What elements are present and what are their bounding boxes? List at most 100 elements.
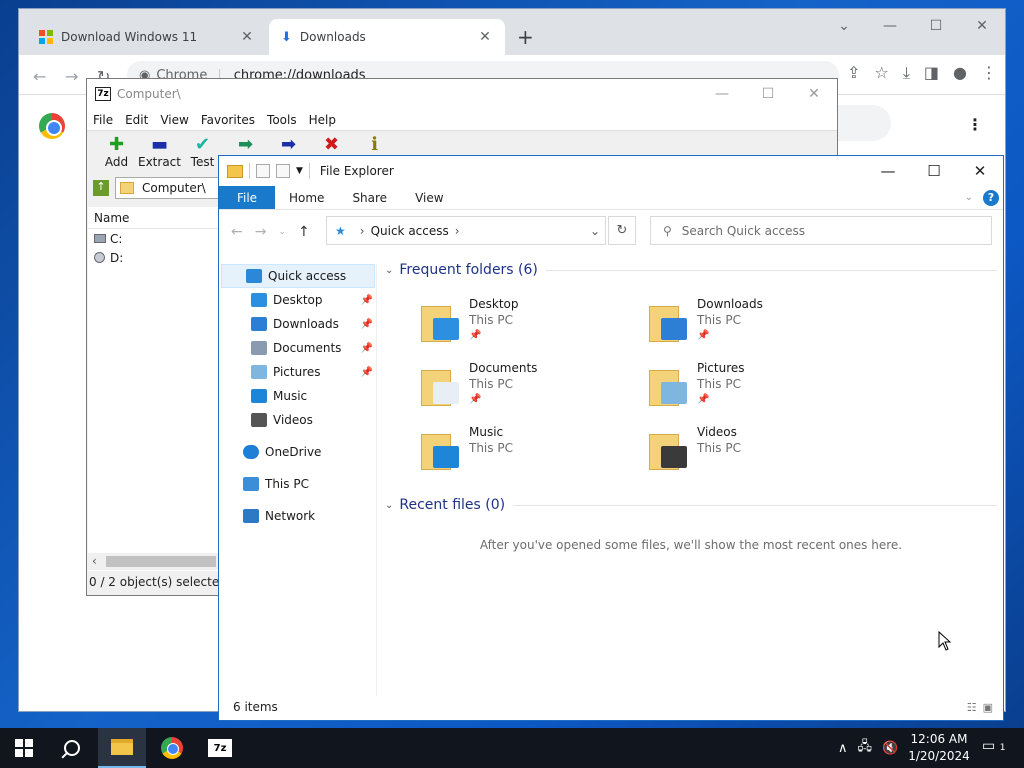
back-icon[interactable]: ← [33, 67, 46, 86]
forward-icon[interactable]: → [65, 67, 78, 86]
network-icon[interactable]: 🖧 [858, 737, 873, 759]
up-icon[interactable]: ↑ [298, 224, 310, 240]
folder-tile-pictures[interactable]: Pictures This PC 📌 [649, 360, 869, 416]
back-icon[interactable]: ← [231, 224, 243, 240]
nav-item-downloads[interactable]: Downloads 📌 [219, 312, 377, 336]
folder-up-icon[interactable]: ↑ [93, 180, 109, 196]
share-icon[interactable]: ⇪ [847, 63, 860, 83]
nav-item-this-pc[interactable]: This PC [219, 472, 377, 496]
tab-download-windows-11[interactable]: Download Windows 11 ✕ [27, 19, 267, 55]
nav-item-videos[interactable]: Videos [219, 408, 377, 432]
start-button[interactable] [0, 728, 48, 768]
minimize-icon[interactable]: — [867, 9, 913, 43]
taskbar-chrome[interactable] [148, 728, 196, 768]
cd-drive-icon [94, 252, 105, 263]
menu-icon[interactable]: ⋮ [981, 63, 997, 83]
close-tab-icon[interactable]: ✕ [477, 29, 493, 45]
refresh-button[interactable]: ↻ [608, 216, 636, 245]
recent-files-group[interactable]: ⌄ Recent files (0) [385, 497, 997, 513]
minimize-icon[interactable]: — [865, 162, 911, 180]
close-tab-icon[interactable]: ✕ [239, 29, 255, 45]
side-panel-icon[interactable]: ◨ [924, 63, 939, 83]
new-folder-icon[interactable] [276, 164, 290, 178]
extract-button[interactable]: ▬ Extract [138, 131, 181, 175]
close-icon[interactable]: ✕ [791, 86, 837, 102]
details-view-icon[interactable]: ☷ [967, 701, 977, 714]
tab-home[interactable]: Home [275, 186, 338, 209]
maximize-icon[interactable]: ☐ [745, 86, 791, 102]
nav-item-quick-access[interactable]: Quick access [221, 264, 375, 288]
7zip-path-field[interactable]: Computer\ [115, 177, 225, 199]
nav-item-music[interactable]: Music [219, 384, 377, 408]
frequent-folders-group[interactable]: ⌄ Frequent folders (6) [385, 262, 997, 278]
forward-icon[interactable]: → [255, 224, 267, 240]
nav-item-label: Videos [273, 413, 313, 427]
desktop-folder-icon [421, 302, 459, 344]
tab-share[interactable]: Share [338, 186, 401, 209]
tab-file[interactable]: File [219, 186, 275, 209]
nav-item-network[interactable]: Network [219, 504, 377, 528]
nav-item-pictures[interactable]: Pictures 📌 [219, 360, 377, 384]
menu-view[interactable]: View [160, 113, 188, 127]
folder-tile-downloads[interactable]: Downloads This PC 📌 [649, 296, 869, 352]
notifications-button[interactable]: ▭ 1 [982, 738, 1005, 754]
properties-icon[interactable] [256, 164, 270, 178]
address-bar[interactable]: ★ › Quick access › ⌄ [326, 216, 606, 245]
column-header-name[interactable]: Name [88, 207, 220, 229]
nav-item-documents[interactable]: Documents 📌 [219, 336, 377, 360]
menu-help[interactable]: Help [309, 113, 336, 127]
search-input[interactable]: ⚲ Search Quick access [650, 216, 992, 245]
folder-tile-documents[interactable]: Documents This PC 📌 [421, 360, 641, 416]
list-item[interactable]: C: [88, 229, 220, 248]
chevron-right-icon[interactable]: › [455, 224, 460, 238]
pin-icon: 📌 [697, 330, 710, 341]
clock[interactable]: 12:06 AM 1/20/2024 [906, 731, 972, 765]
volume-muted-icon[interactable]: 🔇 [882, 741, 898, 756]
show-hidden-icons-icon[interactable]: ∧ [838, 741, 848, 756]
horizontal-scrollbar[interactable]: ‹ [88, 553, 220, 570]
menu-favorites[interactable]: Favorites [201, 113, 255, 127]
documents-folder-icon [421, 366, 459, 408]
bookmark-star-icon[interactable]: ☆ [874, 63, 888, 83]
profile-icon[interactable]: ● [953, 63, 967, 83]
chevron-right-icon: › [359, 223, 365, 238]
tab-view[interactable]: View [401, 186, 457, 209]
more-actions-icon[interactable]: ⋮ [967, 115, 983, 134]
downloads-icon[interactable]: ⤓ [903, 63, 910, 83]
recent-locations-icon[interactable]: ⌄ [278, 227, 286, 237]
list-item[interactable]: D: [88, 248, 220, 267]
menu-file[interactable]: File [93, 113, 113, 127]
taskbar-file-explorer[interactable] [98, 728, 146, 768]
nav-item-onedrive[interactable]: OneDrive [219, 440, 377, 464]
menu-edit[interactable]: Edit [125, 113, 148, 127]
desktop-icon [251, 293, 267, 307]
taskbar-search-button[interactable] [48, 728, 96, 768]
minimize-icon[interactable]: — [699, 86, 745, 102]
group-header: Frequent folders (6) [399, 262, 538, 278]
maximize-icon[interactable]: ☐ [913, 9, 959, 43]
folder-tile-videos[interactable]: Videos This PC [649, 424, 869, 480]
nav-item-desktop[interactable]: Desktop 📌 [219, 288, 377, 312]
menu-tools[interactable]: Tools [267, 113, 297, 127]
nav-item-label: Downloads [273, 317, 339, 331]
content-pane: ⌄ Frequent folders (6) Desktop This PC 📌 Do… [385, 256, 997, 696]
quick-access-toolbar: ▼ [227, 163, 310, 179]
tiles-view-icon[interactable]: ▣ [983, 701, 993, 714]
tab-downloads[interactable]: ⬇ Downloads ✕ [269, 19, 505, 55]
scroll-thumb[interactable] [106, 556, 216, 567]
tab-search-icon[interactable]: ⌄ [821, 9, 867, 43]
taskbar-7zip[interactable]: 7z [196, 728, 244, 768]
folder-tile-desktop[interactable]: Desktop This PC 📌 [421, 296, 641, 352]
expand-ribbon-icon[interactable]: ⌄ [965, 192, 973, 203]
scroll-left-icon[interactable]: ‹ [92, 554, 97, 568]
close-icon[interactable]: ✕ [959, 9, 1005, 43]
chevron-down-icon[interactable]: ⌄ [585, 224, 605, 238]
folder-tile-music[interactable]: Music This PC [421, 424, 641, 480]
close-icon[interactable]: ✕ [957, 162, 1003, 180]
maximize-icon[interactable]: ☐ [911, 162, 957, 180]
fe-title: File Explorer [319, 164, 394, 178]
new-tab-icon[interactable]: + [517, 25, 534, 49]
help-icon[interactable]: ? [983, 189, 999, 206]
add-button[interactable]: ✚ Add [95, 131, 138, 175]
customize-chevron-icon[interactable]: ▼ [296, 166, 303, 176]
